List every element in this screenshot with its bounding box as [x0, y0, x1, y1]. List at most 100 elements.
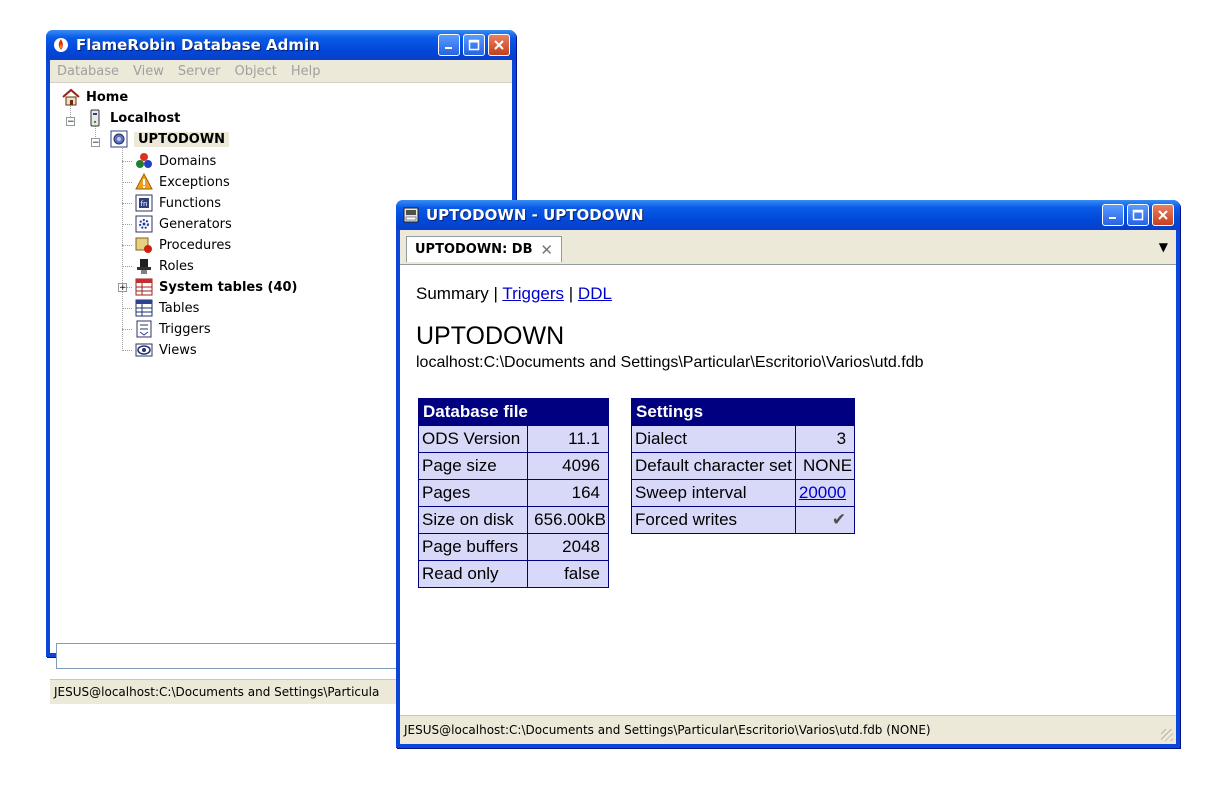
nav-ddl-link[interactable]: DDL [578, 284, 612, 303]
maximize-button[interactable] [463, 34, 485, 56]
database-name-heading: UPTODOWN [416, 322, 565, 350]
views-icon [135, 341, 153, 359]
database-window-icon [402, 206, 420, 224]
nav-summary: Summary [416, 284, 489, 303]
tree-item-tables[interactable]: Tables [135, 298, 199, 318]
database-file-header: Database file [418, 398, 609, 426]
tree-label-generators: Generators [159, 216, 232, 232]
row-value: 11.1 [527, 425, 609, 453]
row-value: false [527, 560, 609, 588]
expand-system-tables-toggle[interactable]: + [118, 283, 127, 293]
row-value: 656.00kB [527, 506, 609, 534]
row-label: Page buffers [417, 533, 529, 561]
tree-item-database[interactable]: UPTODOWN [110, 129, 230, 149]
tree-item-localhost[interactable]: Localhost [86, 108, 180, 128]
tables-icon [135, 299, 153, 317]
row-value-cell: 20000 [794, 479, 856, 507]
tree-item-exceptions[interactable]: Exceptions [135, 172, 230, 192]
generators-icon [135, 215, 153, 233]
page-nav: Summary | Triggers | DDL [416, 284, 612, 304]
row-value: 2048 [527, 533, 609, 561]
properties-titlebar[interactable]: UPTODOWN - UPTODOWN [396, 200, 1180, 230]
prop-close-button[interactable] [1152, 204, 1174, 226]
row-label: Dialect [631, 425, 796, 453]
row-label: ODS Version [417, 425, 529, 453]
tree-label-procedures: Procedures [159, 237, 232, 253]
tree-label-home: Home [86, 89, 129, 105]
table-row: Dialect 3 [631, 425, 856, 453]
tree-item-procedures[interactable]: Procedures [135, 235, 231, 255]
table-row: Read only false [417, 560, 609, 588]
row-label: Page size [417, 452, 529, 480]
collapse-localhost-toggle[interactable]: − [66, 117, 75, 127]
tree-label-triggers: Triggers [159, 321, 211, 337]
properties-window: UPTODOWN - UPTODOWN UPTODOWN: DB ✕ ▼ Sum… [396, 200, 1180, 748]
tree-item-functions[interactable]: fn Functions [135, 193, 221, 213]
sweep-interval-link[interactable]: 20000 [799, 483, 846, 502]
close-button[interactable] [488, 34, 510, 56]
tree-label-localhost: Localhost [110, 110, 181, 126]
menu-help[interactable]: Help [284, 64, 328, 79]
row-label: Default character set [631, 452, 796, 480]
row-label: Pages [417, 479, 529, 507]
tree-label-system-tables: System tables (40) [159, 279, 298, 295]
menu-database[interactable]: Database [50, 64, 126, 79]
tree-label-database: UPTODOWN [134, 131, 230, 147]
row-label: Read only [417, 560, 529, 588]
table-row: Size on disk 656.00kB [417, 506, 609, 534]
tree-label-functions: Functions [159, 195, 222, 211]
tree-label-views: Views [159, 342, 197, 358]
row-label: Forced writes [631, 506, 796, 534]
resize-grip-icon[interactable] [1161, 729, 1173, 741]
prop-minimize-button[interactable] [1102, 204, 1124, 226]
row-value: 4096 [527, 452, 609, 480]
tree-label-tables: Tables [159, 300, 200, 316]
prop-maximize-button[interactable] [1127, 204, 1149, 226]
nav-triggers-link[interactable]: Triggers [502, 284, 564, 303]
main-window-title: FlameRobin Database Admin [76, 36, 320, 54]
main-titlebar[interactable]: FlameRobin Database Admin [46, 30, 516, 60]
tab-strip: UPTODOWN: DB ✕ ▼ [400, 230, 1176, 265]
menubar: Database View Server Object Help [50, 60, 512, 83]
settings-table: Settings Dialect 3 Default character set… [630, 398, 856, 534]
procedures-icon [135, 236, 153, 254]
menu-server[interactable]: Server [171, 64, 228, 79]
tab-close-icon[interactable]: ✕ [540, 241, 553, 259]
minimize-button[interactable] [438, 34, 460, 56]
tree-item-system-tables[interactable]: System tables (40) [135, 277, 297, 297]
row-value: 164 [527, 479, 609, 507]
tab-uptodown-db[interactable]: UPTODOWN: DB ✕ [406, 236, 562, 262]
table-row: Forced writes ✔ [631, 506, 856, 534]
menu-object[interactable]: Object [228, 64, 284, 79]
roles-icon [135, 257, 153, 275]
tab-label: UPTODOWN: DB [415, 242, 533, 257]
database-path: localhost:C:\Documents and Settings\Part… [416, 354, 924, 371]
tab-list-dropdown-icon[interactable]: ▼ [1159, 240, 1168, 254]
triggers-icon [135, 320, 153, 338]
menu-view[interactable]: View [126, 64, 171, 79]
server-icon [86, 109, 104, 127]
collapse-database-toggle[interactable]: − [91, 138, 100, 148]
tree-label-exceptions: Exceptions [159, 174, 230, 190]
table-row: Pages 164 [417, 479, 609, 507]
system-tables-icon [135, 278, 153, 296]
tree-item-domains[interactable]: Domains [135, 151, 216, 171]
table-row: Page size 4096 [417, 452, 609, 480]
tree-item-triggers[interactable]: Triggers [135, 319, 211, 339]
row-value: NONE [794, 452, 856, 480]
status-text: JESUS@localhost:C:\Documents and Setting… [404, 723, 931, 737]
quick-search-input[interactable] [56, 643, 401, 669]
database-icon [110, 130, 128, 148]
nav-separator: | [568, 284, 574, 303]
tree-item-home[interactable]: Home [62, 87, 128, 107]
table-row: ODS Version 11.1 [417, 425, 609, 453]
svg-text:fn: fn [141, 200, 148, 208]
functions-icon: fn [135, 194, 153, 212]
warning-icon [135, 173, 153, 191]
tree-item-views[interactable]: Views [135, 340, 197, 360]
tree-label-domains: Domains [159, 153, 217, 169]
tree-item-roles[interactable]: Roles [135, 256, 194, 276]
tree-label-roles: Roles [159, 258, 194, 274]
tree-item-generators[interactable]: Generators [135, 214, 232, 234]
row-value: 3 [794, 425, 856, 453]
